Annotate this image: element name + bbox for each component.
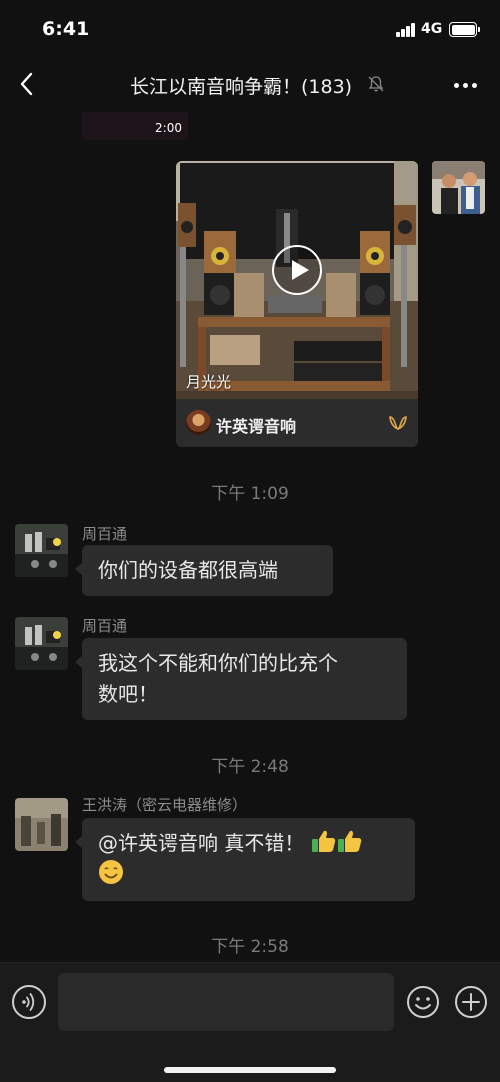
battery-icon xyxy=(449,22,480,37)
video-caption: 月光光 xyxy=(186,373,232,391)
mute-bell-icon xyxy=(368,76,384,92)
emoji-button[interactable] xyxy=(406,985,440,1019)
message-text: @许英谔音响 真不错！ xyxy=(98,831,305,855)
video-duration: 2:00 xyxy=(155,121,182,135)
timestamp: 下午 1:09 xyxy=(211,484,289,504)
play-icon[interactable] xyxy=(272,245,322,295)
sender-avatar[interactable] xyxy=(15,524,68,577)
message-text: 你们的设备都很高端 xyxy=(98,558,278,582)
timestamp: 下午 2:58 xyxy=(211,937,289,957)
chat-title: 长江以南音响争霸！(183) xyxy=(130,76,353,98)
channels-icon xyxy=(389,416,407,430)
channel-name: 许英谔音响 xyxy=(216,417,297,436)
video-thumbnail[interactable]: 月光光 xyxy=(176,161,418,399)
message-bubble[interactable]: 你们的设备都很高端 xyxy=(75,545,333,596)
message-text-line: 我这个不能和你们的比充个 xyxy=(98,651,338,675)
message-text-line: 数吧！ xyxy=(98,682,158,706)
chevron-left-icon xyxy=(20,72,33,96)
network-type: 4G xyxy=(421,21,443,37)
smiley-icon xyxy=(99,860,123,884)
timestamp: 下午 2:48 xyxy=(211,757,289,777)
back-button[interactable] xyxy=(12,68,44,100)
home-indicator xyxy=(164,1067,336,1073)
sender-name: 周百通 xyxy=(82,617,128,635)
chat-history[interactable]: 2:00 月光光 许英谔音响 下午 1:09 周百通 你们的设备都很高端 周百通… xyxy=(0,112,500,962)
thumbs-up-icon xyxy=(337,830,361,852)
voice-input-button[interactable] xyxy=(12,985,46,1019)
more-functions-button[interactable] xyxy=(454,985,488,1019)
voice-icon xyxy=(22,993,35,1011)
input-bar xyxy=(0,962,500,1082)
message-input[interactable] xyxy=(58,973,394,1031)
sender-avatar[interactable] xyxy=(15,617,68,670)
video-message-card[interactable]: 月光光 许英谔音响 xyxy=(176,161,418,447)
thumbs-up-icon xyxy=(311,830,335,852)
emoji-icon xyxy=(407,986,439,1018)
message-bubble[interactable]: 我这个不能和你们的比充个 数吧！ xyxy=(75,638,407,720)
status-time: 6:41 xyxy=(42,18,90,40)
message-bubble[interactable]: @许英谔音响 真不错！ xyxy=(75,818,415,901)
sender-name: 周百通 xyxy=(82,525,128,543)
nav-bar: 长江以南音响争霸！(183) xyxy=(0,58,500,112)
previous-video-message[interactable]: 2:00 xyxy=(82,112,188,140)
more-options-button[interactable] xyxy=(448,72,484,98)
plus-icon xyxy=(455,986,487,1018)
sender-name: 王洪涛（密云电器维修） xyxy=(82,796,248,814)
video-channel-footer[interactable]: 许英谔音响 xyxy=(176,399,418,447)
sender-avatar[interactable] xyxy=(15,798,68,851)
my-avatar[interactable] xyxy=(432,161,485,214)
channel-avatar xyxy=(186,410,211,435)
signal-icon xyxy=(396,23,416,37)
status-bar: 6:41 4G xyxy=(0,0,500,58)
